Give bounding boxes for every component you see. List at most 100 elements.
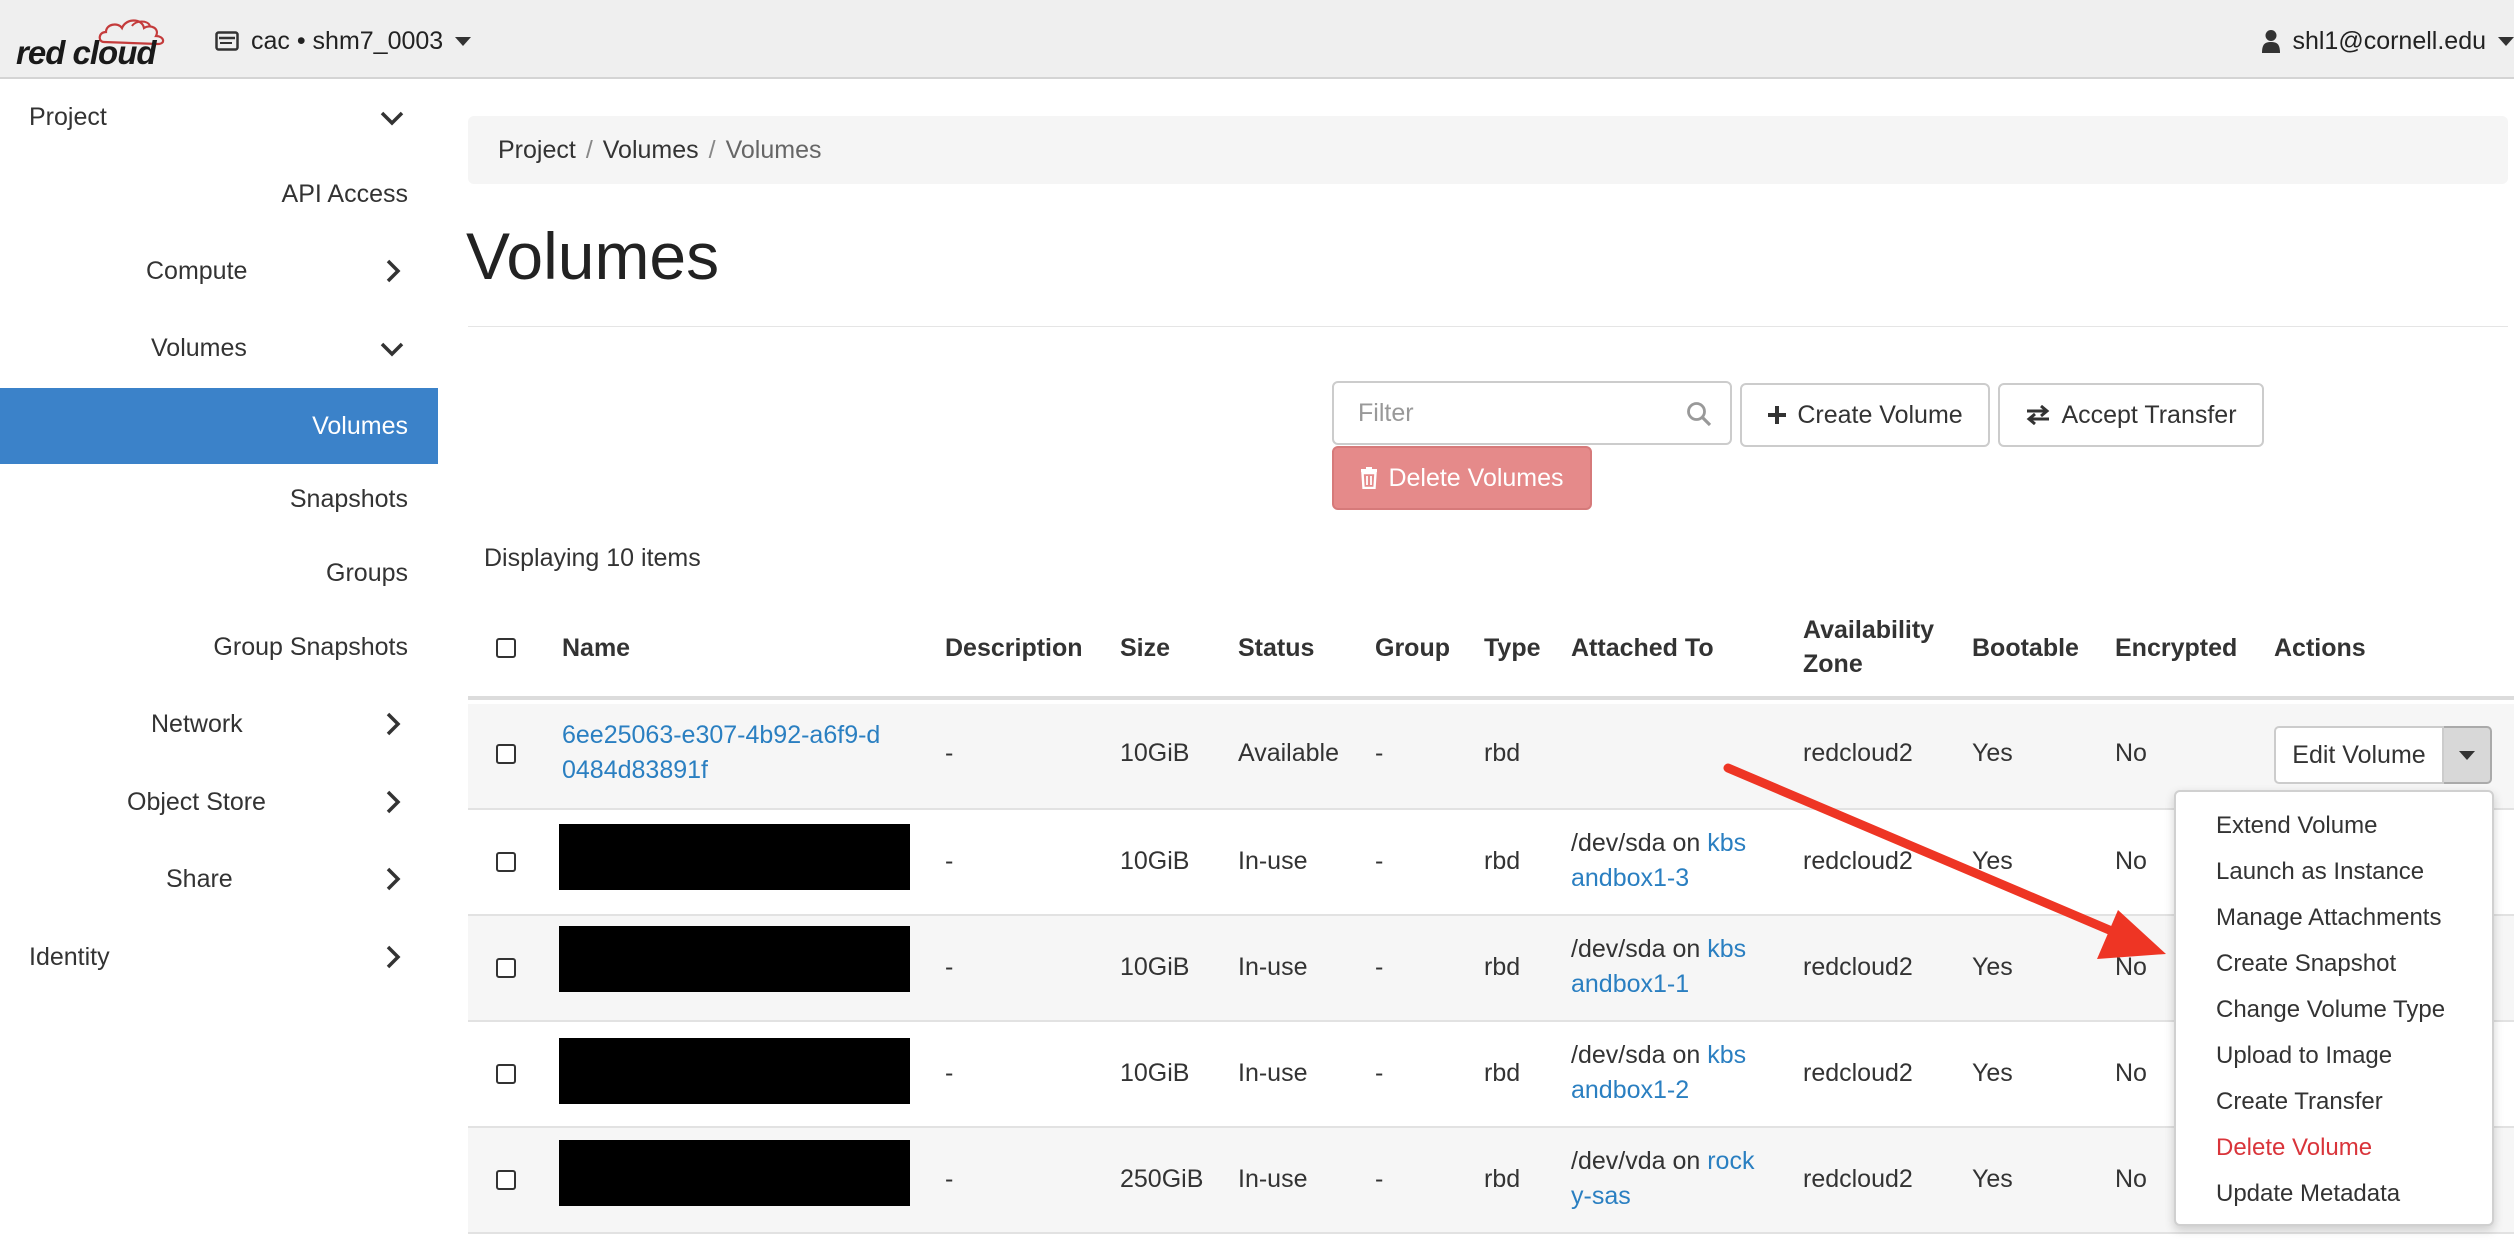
chevron-down-icon	[380, 111, 404, 126]
row-checkbox[interactable]	[496, 958, 516, 978]
sidebar-item-label: Group Snapshots	[213, 632, 408, 661]
accept-transfer-label: Accept Transfer	[2061, 400, 2237, 429]
menu-item-create-snapshot[interactable]: Create Snapshot	[2216, 950, 2396, 978]
sidebar-item-api-access[interactable]: API Access	[0, 164, 408, 224]
page-title: Volumes	[466, 219, 720, 293]
sidebar-item-label: Project	[29, 102, 107, 131]
cell-encrypted: No	[2115, 847, 2147, 875]
column-header-encrypted[interactable]: Encrypted	[2115, 631, 2237, 665]
table-header: Name Description Size Status Group Type …	[468, 600, 2514, 700]
instance-link-line2: andbox1-2	[1571, 1076, 1690, 1104]
menu-item-launch-as-instance[interactable]: Launch as Instance	[2216, 858, 2424, 886]
delete-volumes-button[interactable]: Delete Volumes	[1332, 446, 1592, 510]
cell-encrypted: No	[2115, 1165, 2147, 1193]
sidebar-item-label: Share	[166, 864, 233, 893]
sidebar-item-label: Object Store	[127, 787, 266, 816]
project-label: cac • shm7_0003	[251, 26, 444, 55]
row-checkbox[interactable]	[496, 1064, 516, 1084]
sidebar-item-groups[interactable]: Groups	[0, 543, 408, 603]
sidebar-item-label: Groups	[326, 558, 408, 587]
row-checkbox[interactable]	[496, 852, 516, 872]
sidebar-item-snapshots[interactable]: Snapshots	[0, 469, 408, 529]
column-header-az-line2: Zone	[1803, 650, 1863, 678]
menu-item-create-transfer[interactable]: Create Transfer	[2216, 1088, 2383, 1116]
cell-group: -	[1375, 847, 1384, 875]
sidebar-item-project[interactable]: Project	[0, 87, 438, 147]
sidebar-item-compute[interactable]: Compute	[0, 241, 438, 301]
column-header-description[interactable]: Description	[945, 631, 1083, 665]
breadcrumb-separator: /	[585, 135, 593, 164]
cell-bootable: Yes	[1972, 739, 2013, 767]
row-checkbox[interactable]	[496, 744, 516, 764]
column-header-size[interactable]: Size	[1120, 631, 1170, 665]
actions-dropdown-toggle[interactable]	[2444, 726, 2492, 784]
divider	[468, 326, 2508, 327]
create-volume-button[interactable]: Create Volume	[1740, 383, 1990, 447]
sidebar-item-label: API Access	[281, 179, 408, 208]
user-label: shl1@cornell.edu	[2292, 26, 2486, 55]
edit-volume-button[interactable]: Edit Volume	[2274, 726, 2444, 784]
column-header-name[interactable]: Name	[562, 631, 630, 665]
sidebar-item-volumes[interactable]: Volumes	[0, 388, 438, 464]
column-header-status[interactable]: Status	[1238, 631, 1314, 665]
select-all-checkbox[interactable]	[496, 638, 516, 658]
sidebar-item-network[interactable]: Network	[0, 694, 438, 754]
cell-attached-to: /dev/sda on kbs andbox1-2	[1571, 1038, 1746, 1108]
row-checkbox[interactable]	[496, 1170, 516, 1190]
column-header-type[interactable]: Type	[1484, 631, 1541, 665]
search-icon[interactable]	[1686, 401, 1712, 427]
menu-item-change-volume-type[interactable]: Change Volume Type	[2216, 996, 2445, 1024]
cell-availability-zone: redcloud2	[1803, 953, 1913, 981]
plus-icon	[1768, 406, 1787, 424]
attach-device: /dev/sda on	[1571, 935, 1701, 963]
sidebar-item-identity[interactable]: Identity	[0, 927, 438, 987]
cell-size: 10GiB	[1120, 739, 1190, 767]
attach-device: /dev/sda on	[1571, 829, 1701, 857]
instance-link-line1: kbs	[1707, 829, 1747, 857]
accept-transfer-button[interactable]: Accept Transfer	[1998, 383, 2264, 447]
cell-description: -	[945, 739, 954, 767]
user-menu[interactable]: shl1@cornell.edu	[2262, 24, 2514, 58]
chevron-right-icon	[386, 712, 401, 736]
menu-item-delete-volume[interactable]: Delete Volume	[2216, 1134, 2372, 1162]
menu-item-update-metadata[interactable]: Update Metadata	[2216, 1180, 2400, 1208]
trash-icon	[1361, 467, 1378, 489]
column-header-az-line1: Availability	[1803, 616, 1935, 644]
cell-type: rbd	[1484, 739, 1521, 767]
volume-name-line1: 6ee25063-e307-4b92-a6f9-d	[562, 721, 881, 749]
caret-down-icon	[2459, 750, 2475, 760]
filter-field[interactable]	[1332, 381, 1732, 445]
cell-size: 10GiB	[1120, 847, 1190, 875]
cell-size: 250GiB	[1120, 1165, 1204, 1193]
project-switcher[interactable]: cac • shm7_0003	[215, 24, 472, 58]
menu-item-upload-to-image[interactable]: Upload to Image	[2216, 1042, 2392, 1070]
server-icon	[215, 31, 239, 51]
cell-status: In-use	[1238, 953, 1308, 981]
menu-item-extend-volume[interactable]: Extend Volume	[2216, 812, 2377, 840]
brand-logo[interactable]: red cloud	[16, 14, 166, 72]
filter-input[interactable]	[1358, 383, 1678, 443]
column-header-bootable[interactable]: Bootable	[1972, 631, 2079, 665]
column-header-group[interactable]: Group	[1375, 631, 1450, 665]
column-header-availability-zone[interactable]: Availability Zone	[1803, 613, 1934, 681]
attach-device: /dev/vda on	[1571, 1147, 1701, 1175]
cell-availability-zone: redcloud2	[1803, 1165, 1913, 1193]
column-header-attached-to[interactable]: Attached To	[1571, 631, 1714, 665]
breadcrumb-project[interactable]: Project	[498, 136, 576, 165]
sidebar-item-object-store[interactable]: Object Store	[0, 772, 438, 832]
breadcrumb-volumes[interactable]: Volumes	[603, 136, 699, 165]
sidebar-item-volumes-group[interactable]: Volumes	[0, 318, 438, 378]
instance-link-line1: kbs	[1707, 935, 1747, 963]
cell-bootable: Yes	[1972, 1165, 2013, 1193]
cell-type: rbd	[1484, 1059, 1521, 1087]
instance-link-line2: andbox1-1	[1571, 970, 1690, 998]
cell-attached-to: /dev/sda on kbs andbox1-1	[1571, 932, 1746, 1002]
sidebar-item-share[interactable]: Share	[0, 849, 438, 909]
menu-item-manage-attachments[interactable]: Manage Attachments	[2216, 904, 2441, 932]
exchange-icon	[2027, 405, 2050, 425]
cell-attached-to: /dev/sda on kbs andbox1-3	[1571, 826, 1746, 896]
volume-name-link[interactable]: 6ee25063-e307-4b92-a6f9-d 0484d83891f	[562, 718, 880, 788]
cell-description: -	[945, 847, 954, 875]
sidebar-item-label: Volumes	[312, 411, 408, 440]
sidebar-item-group-snapshots[interactable]: Group Snapshots	[0, 617, 408, 677]
